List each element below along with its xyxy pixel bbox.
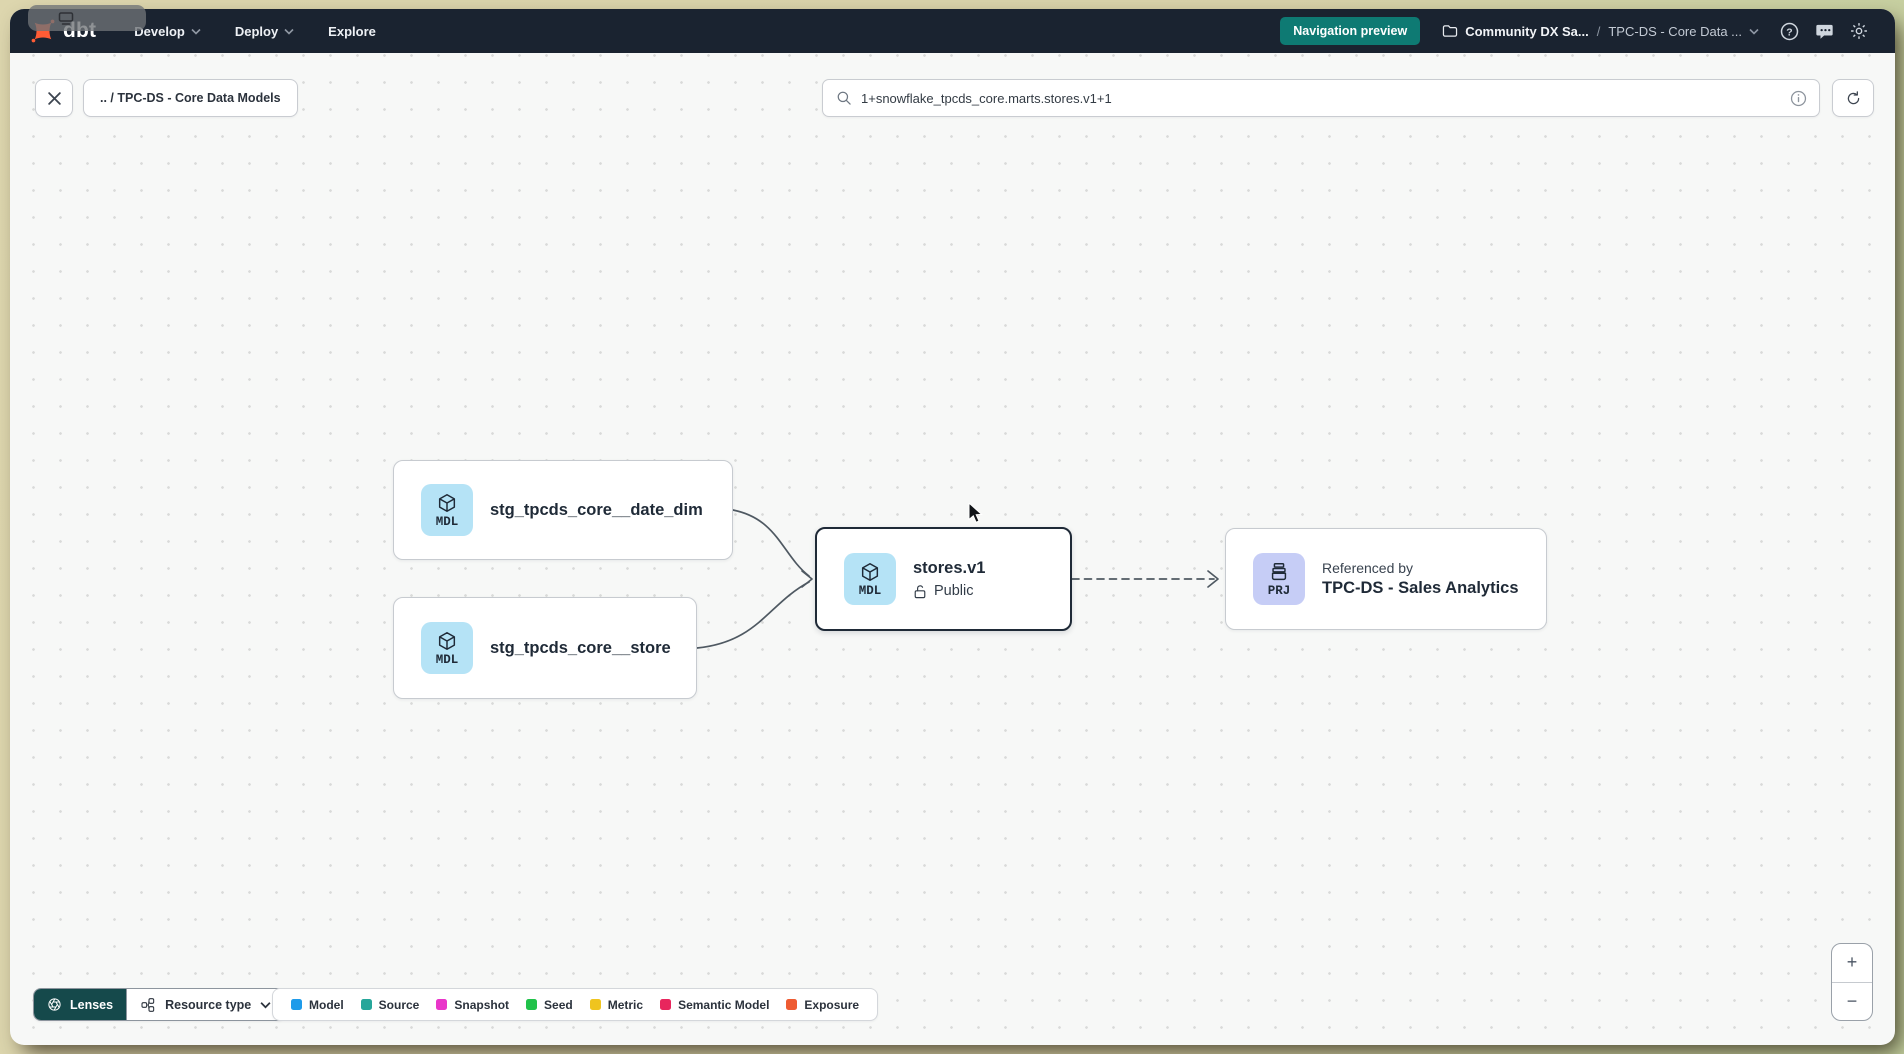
close-icon: [47, 91, 62, 106]
node-stores-v1-selected[interactable]: MDL stores.v1 Public: [815, 527, 1072, 631]
legend-swatch: [436, 999, 447, 1010]
legend-item-seed: Seed: [526, 998, 573, 1012]
project-badge: PRJ: [1253, 553, 1305, 605]
edge-store-to-stores: [697, 582, 809, 648]
breadcrumb-project[interactable]: TPC-DS - Core Data ...: [1608, 24, 1759, 39]
navbar-icon-group: ?: [1779, 21, 1869, 41]
close-lineage-button[interactable]: [35, 79, 73, 117]
node-label: stg_tpcds_core__date_dim: [490, 501, 703, 520]
unlock-icon: [913, 584, 927, 599]
feedback-icon[interactable]: [1814, 21, 1834, 41]
screen-share-overlay: [28, 5, 146, 31]
app-window: dbt Develop Deploy Explore Navigation pr…: [10, 9, 1895, 1045]
resource-type-label: Resource type: [165, 998, 251, 1012]
node-stg-tpcds-core-date-dim[interactable]: MDL stg_tpcds_core__date_dim: [393, 460, 733, 560]
breadcrumb-project-label: TPC-DS - Core Data ...: [1608, 24, 1742, 39]
badge-code: MDL: [436, 515, 459, 529]
node-label: stg_tpcds_core__store: [490, 639, 671, 658]
settings-gear-icon[interactable]: [1849, 21, 1869, 41]
cube-icon: [859, 561, 881, 583]
folder-icon: [1442, 24, 1458, 38]
edge-arrowhead: [1208, 571, 1218, 587]
nav-item-deploy[interactable]: Deploy: [235, 24, 294, 39]
resource-legend: Model Source Snapshot Seed Metric Semant…: [272, 988, 878, 1021]
refresh-lineage-button[interactable]: [1832, 79, 1874, 117]
node-label: stores.v1: [913, 559, 985, 578]
lineage-search-bar: [822, 79, 1820, 117]
resource-graph-icon: [140, 997, 156, 1013]
nav-item-deploy-label: Deploy: [235, 24, 278, 39]
nav-item-explore[interactable]: Explore: [328, 24, 376, 39]
zoom-in-button[interactable]: +: [1832, 944, 1872, 983]
badge-code: MDL: [436, 653, 459, 667]
lenses-button[interactable]: Lenses: [34, 989, 126, 1020]
legend-item-source: Source: [361, 998, 420, 1012]
lenses-label: Lenses: [70, 998, 113, 1012]
navigation-preview-badge[interactable]: Navigation preview: [1280, 17, 1420, 45]
model-badge: MDL: [421, 622, 473, 674]
zoom-controls: + −: [1831, 943, 1873, 1021]
badge-code: MDL: [859, 584, 882, 598]
zoom-out-button[interactable]: −: [1832, 983, 1872, 1021]
model-badge: MDL: [844, 553, 896, 605]
legend-item-metric: Metric: [590, 998, 643, 1012]
legend-item-snapshot: Snapshot: [436, 998, 509, 1012]
legend-swatch: [361, 999, 372, 1010]
info-icon[interactable]: [1790, 90, 1807, 107]
refresh-icon: [1845, 90, 1862, 107]
cube-icon: [436, 492, 458, 514]
legend-swatch: [291, 999, 302, 1010]
chevron-down-icon: [284, 28, 294, 35]
access-row: Public: [913, 583, 985, 599]
nav-item-explore-label: Explore: [328, 24, 376, 39]
legend-item-exposure: Exposure: [786, 998, 859, 1012]
breadcrumb-account-label: Community DX Sa...: [1465, 24, 1589, 39]
node-referenced-by-sales-analytics[interactable]: PRJ Referenced by TPC-DS - Sales Analyti…: [1225, 528, 1547, 630]
chevron-down-icon: [191, 28, 201, 35]
breadcrumb-account[interactable]: Community DX Sa...: [1442, 24, 1589, 39]
lens-aperture-icon: [47, 997, 62, 1012]
model-badge: MDL: [421, 484, 473, 536]
legend-swatch: [590, 999, 601, 1010]
legend-swatch: [660, 999, 671, 1010]
top-navbar: dbt Develop Deploy Explore Navigation pr…: [10, 9, 1895, 53]
cube-icon: [436, 630, 458, 652]
chevron-down-icon: [1749, 28, 1759, 35]
display-icon: [58, 12, 74, 25]
legend-item-model: Model: [291, 998, 344, 1012]
mouse-cursor: [968, 503, 988, 525]
breadcrumb: Community DX Sa... / TPC-DS - Core Data …: [1442, 24, 1759, 39]
node-label: TPC-DS - Sales Analytics: [1322, 579, 1519, 598]
referenced-by-label: Referenced by: [1322, 560, 1519, 576]
lineage-breadcrumb-chip[interactable]: .. / TPC-DS - Core Data Models: [83, 79, 298, 117]
edge-arrowhead: [802, 571, 812, 587]
help-icon[interactable]: ?: [1779, 21, 1799, 41]
chevron-down-icon: [260, 1001, 271, 1009]
legend-item-semantic-model: Semantic Model: [660, 998, 769, 1012]
resource-type-dropdown[interactable]: Resource type: [126, 989, 284, 1020]
access-label: Public: [934, 583, 974, 599]
legend-swatch: [526, 999, 537, 1010]
badge-code: PRJ: [1268, 584, 1291, 598]
search-icon: [836, 90, 852, 106]
svg-text:?: ?: [1786, 27, 1792, 38]
edge-date-dim-to-stores: [733, 510, 809, 576]
lenses-control: Lenses Resource type: [33, 988, 285, 1021]
node-stg-tpcds-core-store[interactable]: MDL stg_tpcds_core__store: [393, 597, 697, 699]
legend-swatch: [786, 999, 797, 1010]
breadcrumb-separator: /: [1597, 24, 1601, 39]
selector-search-input[interactable]: [861, 91, 1781, 106]
archive-stack-icon: [1268, 561, 1290, 583]
